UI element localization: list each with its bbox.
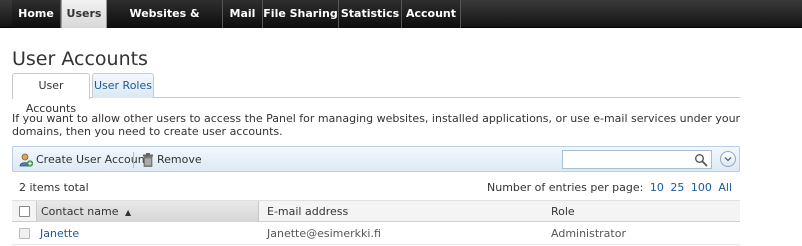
top-navigation: Home Users Websites & Domains Mail File … xyxy=(0,0,802,48)
row-checkbox[interactable] xyxy=(19,228,30,239)
column-header-contact-name[interactable]: Contact name ▲ xyxy=(36,201,259,222)
email-cell: Janette@esimerkki.fi xyxy=(267,227,381,240)
select-all-checkbox[interactable] xyxy=(19,206,30,217)
table-row: Janette Janette@esimerkki.fi Administrat… xyxy=(12,223,740,245)
per-page-10[interactable]: 10 xyxy=(650,181,664,194)
nav-tab-mail[interactable]: Mail xyxy=(223,0,263,28)
per-page-all[interactable]: All xyxy=(718,181,732,194)
remove-label: Remove xyxy=(157,153,202,166)
table-header: Contact name ▲ E-mail address Role xyxy=(12,200,740,222)
contact-name-label: Contact name xyxy=(41,205,119,218)
per-page-100[interactable]: 100 xyxy=(691,181,712,194)
chevron-down-icon xyxy=(724,157,732,162)
nav-tab-websites-domains[interactable]: Websites & Domains xyxy=(107,0,223,48)
page-title: User Accounts xyxy=(12,48,148,70)
entries-per-page: Number of entries per page: 10 25 100 Al… xyxy=(487,181,732,194)
search-icon[interactable] xyxy=(694,153,708,167)
add-user-icon xyxy=(19,153,33,167)
subtab-user-accounts[interactable]: User Accounts xyxy=(12,73,90,115)
create-user-account-button[interactable]: Create User Account xyxy=(19,152,149,168)
role-cell: Administrator xyxy=(551,227,626,240)
advanced-search-toggle[interactable] xyxy=(720,151,736,167)
column-header-role[interactable]: Role xyxy=(551,201,575,222)
nav-tab-file-sharing[interactable]: File Sharing xyxy=(263,0,339,28)
items-total: 2 items total xyxy=(19,181,89,194)
remove-button[interactable]: Remove xyxy=(142,152,202,168)
search-input[interactable] xyxy=(565,153,691,166)
nav-tab-home[interactable]: Home xyxy=(12,0,61,28)
subtab-user-roles[interactable]: User Roles xyxy=(92,73,154,98)
entries-per-page-label: Number of entries per page: xyxy=(487,181,644,194)
subtab-bar: User Accounts User Roles xyxy=(12,73,740,115)
nav-tab-users[interactable]: Users xyxy=(61,0,107,28)
nav-tab-account[interactable]: Account xyxy=(402,0,461,28)
list-toolbar: Create User Account Remove xyxy=(12,146,740,172)
contact-name-link[interactable]: Janette xyxy=(40,223,79,244)
search-box xyxy=(562,150,712,169)
per-page-25[interactable]: 25 xyxy=(670,181,684,194)
toolbar-separator xyxy=(133,152,134,168)
column-header-email[interactable]: E-mail address xyxy=(267,201,348,222)
sort-ascending-icon: ▲ xyxy=(125,208,132,217)
nav-tab-statistics[interactable]: Statistics xyxy=(339,0,402,28)
page-description: If you want to allow other users to acce… xyxy=(12,112,741,138)
trash-icon xyxy=(143,153,153,167)
